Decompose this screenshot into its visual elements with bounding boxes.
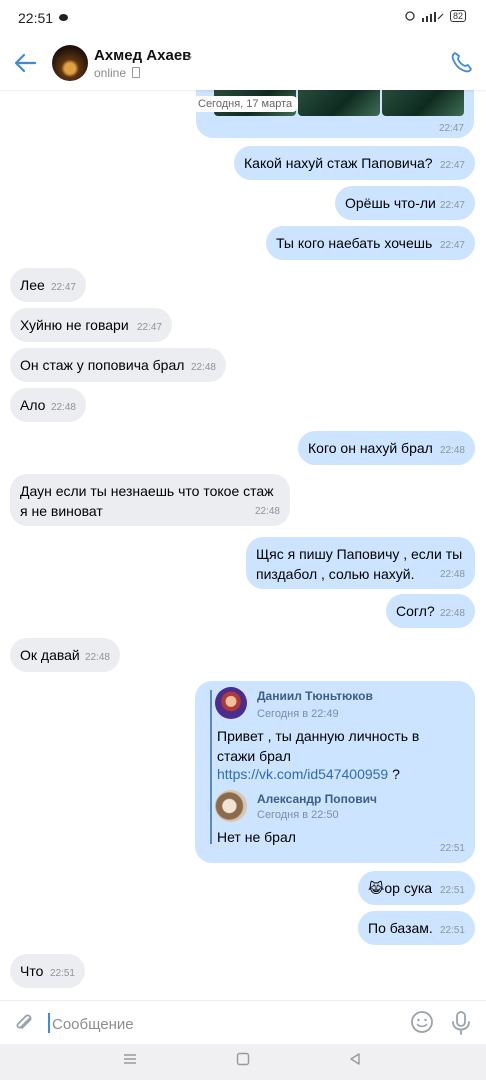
crying-cat-emoji: 😹	[368, 880, 385, 896]
incoming-message[interactable]: Он стаж у поповича брал 22:48	[10, 348, 226, 382]
message-time: 22:47	[439, 160, 465, 171]
message-text-line-2: я не виноват	[20, 503, 103, 519]
alarm-icon	[405, 11, 415, 21]
photo-thumbnail[interactable]	[382, 90, 464, 116]
message-text: Даун если ты незнаешь что токое стаж	[20, 483, 274, 499]
photo-thumbnail[interactable]	[298, 90, 380, 116]
mobile-online-icon	[132, 67, 140, 78]
message-input[interactable]	[50, 1011, 394, 1037]
message-time: 22:48	[254, 506, 280, 517]
outgoing-message[interactable]: По базам. 22:51	[358, 911, 475, 945]
message-time: 22:48	[50, 402, 76, 413]
message-time: 22:48	[190, 362, 216, 373]
message-notification-icon	[59, 14, 68, 21]
emoji-icon[interactable]	[410, 1010, 434, 1034]
date-separator: Сегодня, 17 марта	[192, 96, 299, 112]
message-text-line-2: пиздабол , солью нахуй.	[256, 566, 415, 582]
outgoing-message[interactable]: Щяс я пишу Паповичу , если ты пиздабол ,…	[246, 537, 475, 589]
outgoing-message[interactable]: Какой нахуй стаж Паповича? 22:47	[234, 146, 475, 180]
outgoing-message[interactable]: Согл? 22:48	[386, 594, 475, 628]
back-nav-icon[interactable]	[348, 1052, 362, 1066]
forward-sender-name[interactable]: Александр Попович	[257, 792, 377, 806]
message-time: 22:51	[439, 843, 465, 854]
menu-icon[interactable]	[123, 1052, 137, 1066]
message-time: 22:51	[439, 885, 465, 896]
message-text: Щяс я пишу Паповичу , если ты	[256, 546, 463, 562]
message-time: 22:48	[439, 445, 465, 456]
sender-avatar[interactable]	[215, 687, 247, 719]
outgoing-message[interactable]: Кого он нахуй брал 22:48	[298, 431, 475, 465]
message-time: 22:51	[439, 925, 465, 936]
profile-link[interactable]: https://vk.com/id547400959	[217, 766, 388, 782]
forward-sender-name[interactable]: Даниил Тюньтюков	[257, 689, 373, 703]
incoming-message[interactable]: Лее 22:47	[10, 268, 86, 302]
message-time: 22:48	[439, 569, 465, 580]
outgoing-message[interactable]: Ты кого наебать хочешь 22:47	[266, 226, 475, 260]
chevron-down-icon[interactable]: ⌄	[185, 49, 194, 62]
message-time: 22:48	[84, 652, 110, 663]
message-text: Какой нахуй стаж Паповича?	[244, 155, 433, 171]
status-icons: 82	[404, 10, 466, 22]
composer	[0, 1000, 486, 1045]
forward-time: Сегодня в 22:50	[257, 809, 339, 821]
back-arrow-icon[interactable]	[13, 52, 37, 74]
incoming-message[interactable]: Что 22:51	[10, 954, 85, 988]
incoming-message[interactable]: Ало 22:48	[10, 388, 86, 422]
message-time: 22:47	[439, 240, 465, 251]
forward-link-line: https://vk.com/id547400959 ?	[217, 764, 400, 784]
message-time: 22:47	[438, 123, 464, 134]
home-icon[interactable]	[236, 1052, 250, 1066]
incoming-message[interactable]: Ок давай 22:48	[10, 638, 120, 672]
mic-icon[interactable]	[450, 1010, 472, 1036]
contact-avatar[interactable]	[52, 45, 88, 81]
message-text: Он стаж у поповича брал	[20, 357, 185, 373]
chat-header: Ахмед Ахаев ⌄ online	[0, 36, 486, 90]
attach-icon[interactable]	[13, 1011, 35, 1035]
incoming-message[interactable]: Хуйню не говари 22:47	[10, 308, 172, 342]
forward-text: Нет не брал	[217, 829, 296, 845]
message-time: 22:47	[50, 282, 76, 293]
photo-message[interactable]: Сегодня, 17 марта 22:47	[192, 90, 474, 138]
message-text: ор сука	[384, 880, 433, 896]
message-text: Ты кого наебать хочешь	[276, 235, 433, 251]
message-time: 22:47	[439, 200, 465, 211]
forward-line	[210, 690, 212, 844]
status-time: 22:51	[18, 10, 54, 26]
sender-avatar[interactable]	[215, 790, 247, 822]
message-list[interactable]: Сегодня, 17 марта 22:47 Какой нахуй стаж…	[0, 90, 486, 1000]
forward-text-line-2: стажи брал	[217, 748, 291, 764]
system-nav-bar	[0, 1044, 486, 1080]
outgoing-message[interactable]: 😹ор сука 22:51	[358, 871, 475, 905]
contact-status: online	[94, 66, 127, 80]
link-suffix: ?	[388, 766, 400, 782]
message-time: 22:51	[49, 968, 75, 979]
forward-time: Сегодня в 22:49	[257, 708, 339, 720]
signal-icon	[421, 11, 444, 22]
forward-text: Привет , ты данную личность в	[217, 728, 420, 744]
contact-name[interactable]: Ахмед Ахаев	[94, 47, 191, 64]
message-time: 22:48	[439, 608, 465, 619]
message-time: 22:47	[136, 322, 162, 333]
battery-icon: 82	[449, 10, 466, 22]
outgoing-message[interactable]: Орёшь что-ли 22:47	[335, 186, 475, 220]
status-bar: 22:51 82	[0, 0, 486, 36]
phone-icon[interactable]	[450, 50, 474, 74]
incoming-message[interactable]: Даун если ты незнаешь что токое стаж я н…	[10, 474, 290, 526]
